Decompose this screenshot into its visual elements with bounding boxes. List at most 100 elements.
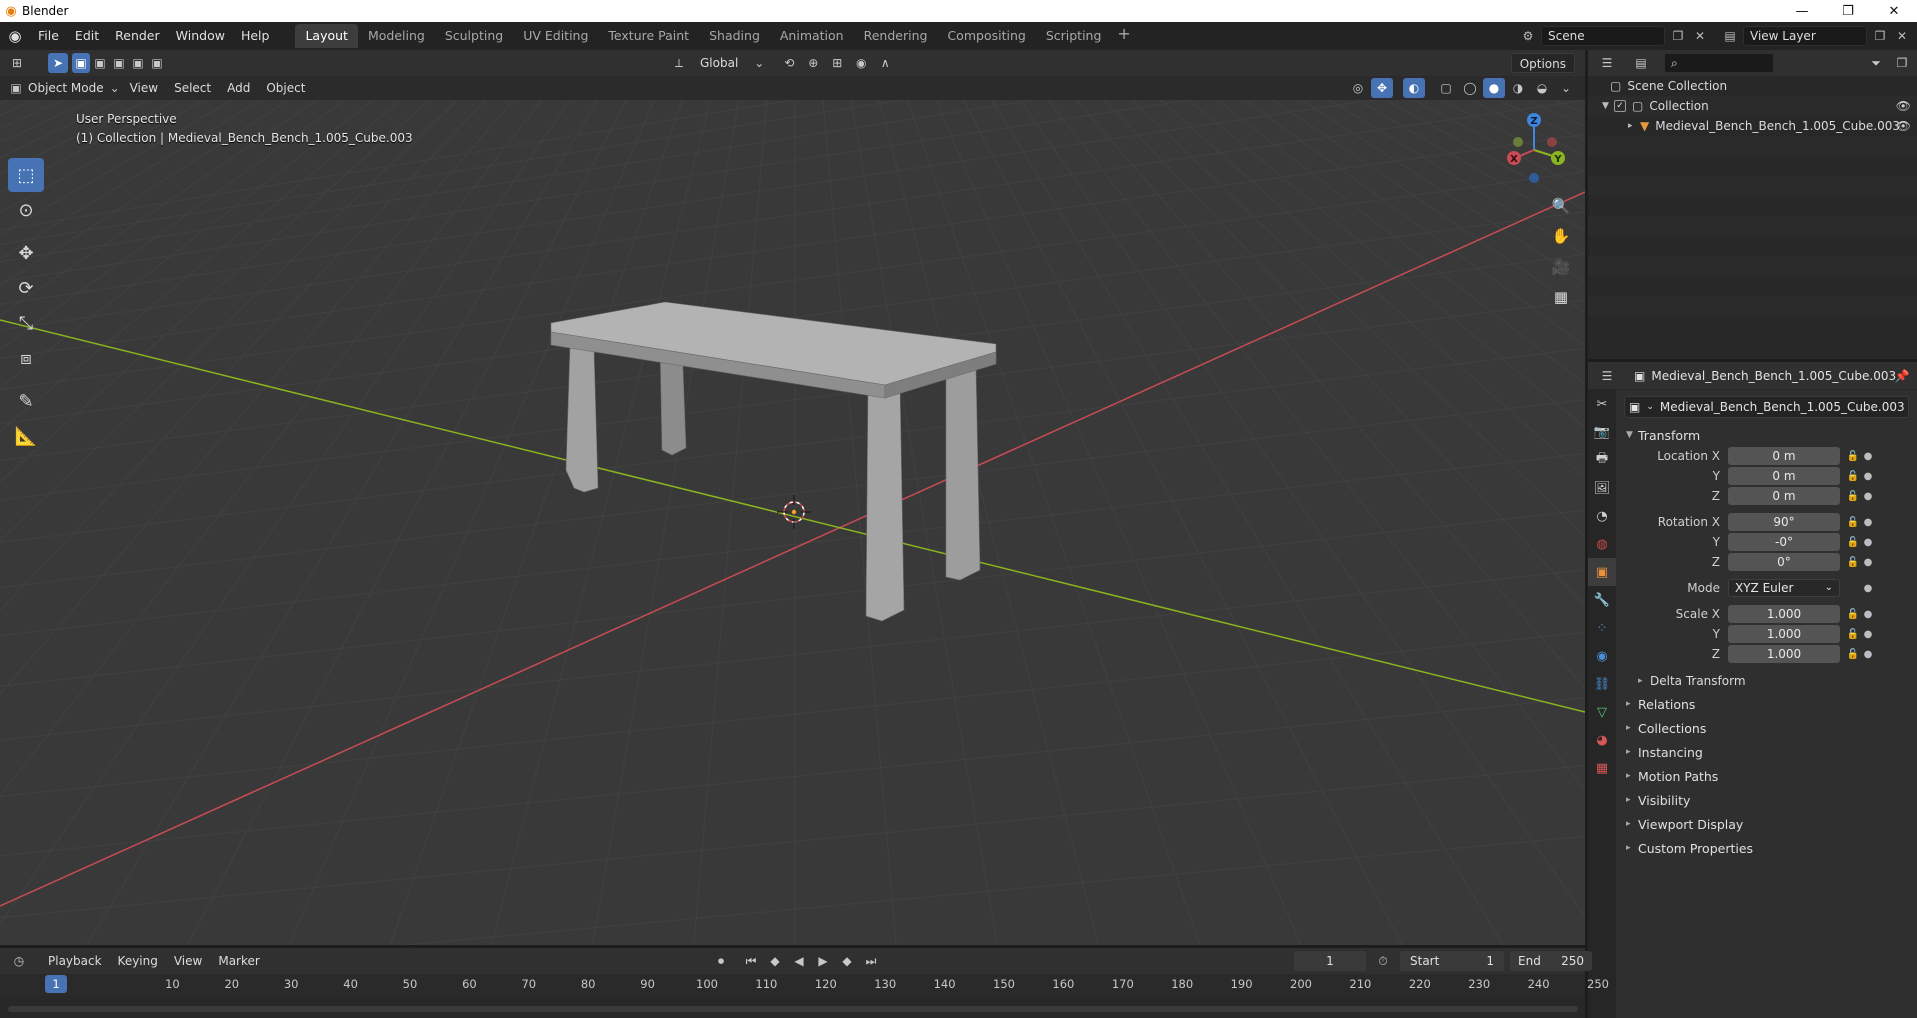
particles-tab-icon[interactable]: ⁘ — [1588, 614, 1616, 642]
cursor-tool[interactable]: ⊙ — [8, 193, 44, 227]
select-new-icon[interactable]: ▣ — [72, 53, 90, 73]
scale-x-field[interactable]: 1.000 — [1728, 605, 1840, 623]
viewport-menu-add[interactable]: Add — [219, 78, 258, 98]
eye-icon[interactable]: 👁 — [1896, 99, 1911, 113]
keyframe-dot-icon[interactable]: ● — [1862, 629, 1874, 640]
snap-icon[interactable]: ⊕ — [802, 53, 824, 73]
proportional-edit-icon[interactable]: ◉ — [850, 53, 872, 73]
include-checkbox[interactable]: ✓ — [1614, 100, 1626, 112]
motion-paths-panel-header[interactable]: ▸ Motion Paths — [1618, 764, 1917, 788]
constraints-tab-icon[interactable]: ⛓ — [1588, 670, 1616, 698]
view-layer-icon[interactable]: ▤ — [1721, 26, 1739, 46]
tool-tab-icon[interactable]: ✂ — [1588, 390, 1616, 418]
add-workspace-button[interactable]: + — [1111, 24, 1136, 48]
jump-keyframe-forward-icon[interactable]: ◆ — [836, 951, 858, 971]
location-x-field[interactable]: 0 m — [1728, 447, 1840, 465]
navigation-gizmo[interactable]: Z Y X — [1498, 110, 1578, 190]
data-tab-icon[interactable]: ▽ — [1588, 698, 1616, 726]
jump-start-icon[interactable]: ⏮ — [740, 951, 762, 971]
scene-tab-icon[interactable]: ◔ — [1588, 502, 1616, 530]
physics-tab-icon[interactable]: ◉ — [1588, 642, 1616, 670]
timeline-scrollbar[interactable] — [8, 1006, 1578, 1012]
maximize-button[interactable]: ❐ — [1825, 0, 1871, 22]
menu-window[interactable]: Window — [168, 25, 233, 47]
menu-render[interactable]: Render — [107, 25, 168, 47]
tab-animation[interactable]: Animation — [770, 24, 854, 48]
lock-icon[interactable]: 🔓 — [1844, 629, 1862, 640]
viewport-display-panel-header[interactable]: ▸ Viewport Display — [1618, 812, 1917, 836]
texture-tab-icon[interactable]: ▦ — [1588, 754, 1616, 782]
lock-icon[interactable]: 🔓 — [1844, 491, 1862, 502]
new-scene-icon[interactable]: ❐ — [1669, 26, 1687, 46]
view-layer-field[interactable]: View Layer — [1743, 26, 1867, 46]
editor-type-icon[interactable]: ☰ — [1596, 53, 1618, 73]
keyframe-dot-icon[interactable]: ● — [1862, 609, 1874, 620]
keyframe-dot-icon[interactable]: ● — [1862, 451, 1874, 462]
keyframe-dot-icon[interactable]: ● — [1862, 583, 1874, 594]
delete-scene-icon[interactable]: ✕ — [1691, 26, 1709, 46]
orthographic-toggle-icon[interactable]: ▦ — [1546, 283, 1576, 311]
clock-icon[interactable]: ⏱ — [1372, 951, 1394, 971]
lock-icon[interactable]: 🔓 — [1844, 517, 1862, 528]
chevron-down-icon[interactable]: ⌄ — [1555, 78, 1577, 98]
viewport-menu-object[interactable]: Object — [258, 78, 313, 98]
jump-keyframe-back-icon[interactable]: ◆ — [764, 951, 786, 971]
material-tab-icon[interactable]: ◕ — [1588, 726, 1616, 754]
tab-sculpting[interactable]: Sculpting — [435, 24, 513, 48]
camera-view-icon[interactable]: 🎥 — [1546, 253, 1576, 281]
outliner-search-input[interactable]: ⌕ — [1664, 53, 1774, 73]
measure-tool[interactable]: 📐 — [8, 419, 44, 453]
keyframe-dot-icon[interactable]: ● — [1862, 471, 1874, 482]
output-tab-icon[interactable]: 🖶 — [1588, 446, 1616, 474]
pan-hand-icon[interactable]: ✋ — [1546, 222, 1576, 250]
object-tab-icon[interactable]: ▣ — [1588, 558, 1616, 586]
move-tool[interactable]: ✥ — [8, 236, 44, 270]
relations-panel-header[interactable]: ▸ Relations — [1618, 692, 1917, 716]
outliner-object[interactable]: ▸ ▼ Medieval_Bench_Bench_1.005_Cube.003 … — [1588, 116, 1917, 136]
annotate-tool[interactable]: ✎ — [8, 384, 44, 418]
pin-icon[interactable]: 📌 — [1891, 366, 1913, 386]
lock-icon[interactable]: 🔓 — [1844, 537, 1862, 548]
mode-select[interactable]: Object Mode — [24, 78, 108, 98]
scene-name-field[interactable]: Scene — [1541, 26, 1665, 46]
viewport-menu-view[interactable]: View — [122, 78, 166, 98]
rendered-shading-icon[interactable]: ◒ — [1531, 78, 1553, 98]
select-subtract-icon[interactable]: ▣ — [110, 53, 128, 73]
current-frame-field[interactable]: 1 — [1294, 951, 1366, 971]
tab-texture-paint[interactable]: Texture Paint — [598, 24, 699, 48]
close-button[interactable]: ✕ — [1871, 0, 1917, 22]
solid-shading-icon[interactable]: ● — [1483, 78, 1505, 98]
select-box-tool[interactable]: ⬚ — [8, 158, 44, 192]
instancing-panel-header[interactable]: ▸ Instancing — [1618, 740, 1917, 764]
scale-tool[interactable]: ⤡ — [8, 306, 44, 340]
material-shading-icon[interactable]: ◑ — [1507, 78, 1529, 98]
transform-orientation-select[interactable]: Global — [692, 53, 746, 73]
delete-view-layer-icon[interactable]: ✕ — [1893, 26, 1911, 46]
location-y-field[interactable]: 0 m — [1728, 467, 1840, 485]
lock-icon[interactable]: 🔓 — [1844, 649, 1862, 660]
editor-type-icon[interactable]: ⊞ — [6, 53, 28, 73]
menu-help[interactable]: Help — [233, 25, 278, 47]
menu-file[interactable]: File — [30, 25, 67, 47]
filter-icon[interactable]: ⏷ — [1865, 53, 1887, 73]
keyframe-dot-icon[interactable]: ● — [1862, 649, 1874, 660]
keyframe-dot-icon[interactable]: ● — [1862, 557, 1874, 568]
transform-panel-header[interactable]: ▼ Transform — [1618, 424, 1917, 446]
3d-viewport[interactable]: ⊞ ➤ ▣ ▣ ▣ ▣ ▣ ⟂ Global ⌄ ⟲ ⊕ ⊞ ◉ ∧ Optio… — [0, 50, 1585, 945]
display-mode-icon[interactable]: ▤ — [1630, 53, 1652, 73]
tab-shading[interactable]: Shading — [699, 24, 770, 48]
wireframe-shading-icon[interactable]: ◯ — [1459, 78, 1481, 98]
keyframe-dot-icon[interactable]: ● — [1862, 491, 1874, 502]
select-difference-icon[interactable]: ▣ — [129, 53, 147, 73]
blender-menu-icon[interactable]: ◉ — [0, 27, 30, 45]
options-button[interactable]: Options — [1510, 53, 1575, 73]
expand-triangle-icon[interactable]: ▸ — [1628, 121, 1640, 131]
lock-icon[interactable]: 🔓 — [1844, 557, 1862, 568]
custom-properties-panel-header[interactable]: ▸ Custom Properties — [1618, 836, 1917, 860]
menu-edit[interactable]: Edit — [67, 25, 107, 47]
timeline-ruler[interactable]: 1 10 20 30 40 50 60 70 80 90 100 110 120 130 140 150 16… — [0, 974, 1609, 996]
gizmo-toggle-icon[interactable]: ✥ — [1371, 78, 1393, 98]
object-name-field[interactable]: ▣ ⌄ Medieval_Bench_Bench_1.005_Cube.003 — [1624, 396, 1909, 418]
tab-layout[interactable]: Layout — [295, 24, 358, 48]
timeline-menu-playback[interactable]: Playback — [40, 951, 110, 971]
